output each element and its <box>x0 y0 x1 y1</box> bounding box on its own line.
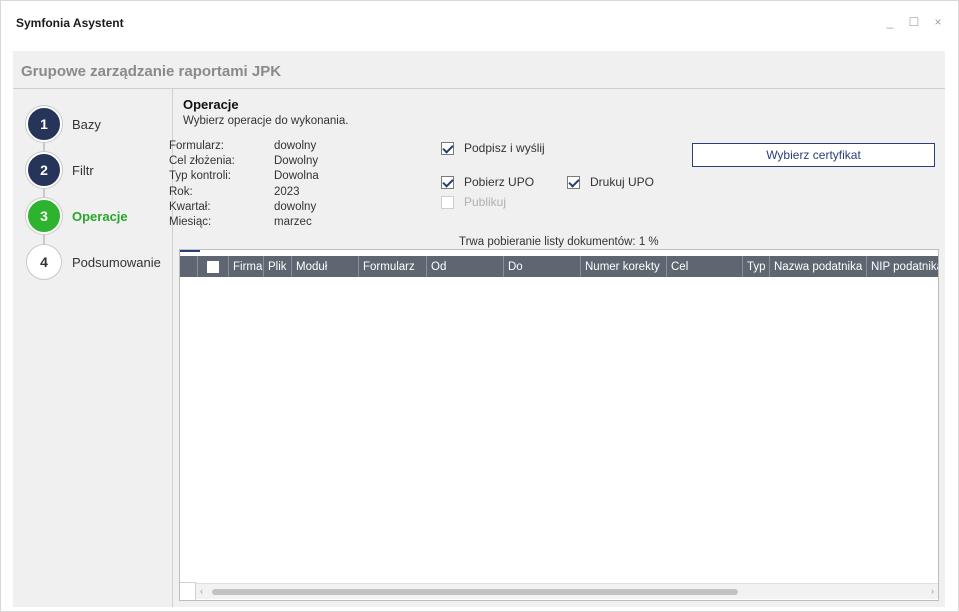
loading-progress-bar <box>180 250 200 252</box>
row-indicator-header <box>180 256 198 277</box>
param-value: dowolny <box>274 200 317 213</box>
checkbox-box[interactable] <box>441 141 454 155</box>
close-button[interactable]: × <box>932 15 944 29</box>
checkbox-label: Drukuj UPO <box>590 175 655 189</box>
checkbox-box <box>441 195 454 209</box>
step-number-circle: 2 <box>26 152 62 188</box>
column-header[interactable]: Do <box>504 256 581 277</box>
main-panel: Operacje Wybierz operacje do wykonania. … <box>169 89 945 607</box>
column-header[interactable]: NIP podatnika <box>867 256 938 277</box>
param-row: Kwartał: dowolny <box>169 200 319 215</box>
param-value: marzec <box>274 216 312 229</box>
step-number-circle: 1 <box>26 106 62 142</box>
print-upo-checkbox[interactable]: Drukuj UPO <box>567 175 654 189</box>
column-header[interactable]: Firma <box>229 256 264 277</box>
step-bazy[interactable]: 1 Bazy <box>26 106 101 142</box>
param-value: Dowolna <box>274 170 319 183</box>
scroll-left-icon[interactable]: ‹ <box>200 586 203 596</box>
documents-grid[interactable]: Firma Plik Moduł Formularz Od Do Numer k… <box>179 249 939 601</box>
step-label: Filtr <box>72 162 94 178</box>
checkbox-box[interactable] <box>567 175 580 189</box>
step-number-circle: 3 <box>26 198 62 234</box>
param-value: dowolny <box>274 140 317 152</box>
publish-checkbox: Publikuj <box>441 195 506 209</box>
step-number-circle: 4 <box>26 244 62 280</box>
param-value: 2023 <box>274 185 300 198</box>
column-header[interactable]: Formularz <box>359 256 427 277</box>
grid-header: Firma Plik Moduł Formularz Od Do Numer k… <box>180 256 938 277</box>
grid-corner <box>180 582 196 600</box>
checkbox-label: Publikuj <box>464 195 507 209</box>
scroll-right-icon[interactable]: › <box>931 586 934 596</box>
param-key: Miesiąc: <box>169 216 212 229</box>
param-key: Kwartał: <box>169 200 211 213</box>
title-bar: Symfonia Asystent _ ☐ × <box>1 1 958 47</box>
sign-and-send-checkbox[interactable]: Podpisz i wyślij <box>441 141 545 155</box>
param-key: Rok: <box>169 185 193 198</box>
select-all-header[interactable] <box>198 256 229 277</box>
column-header[interactable]: Od <box>427 256 504 277</box>
filter-summary: Formularz: dowolny Cel złożenia: Dowolny T… <box>169 139 319 230</box>
checkbox-box[interactable] <box>441 175 454 189</box>
wizard-steps: 1 Bazy 2 Filtr 3 Operacje 4 Podsumowanie <box>13 89 173 607</box>
column-header[interactable]: Plik <box>264 256 292 277</box>
step-filtr[interactable]: 2 Filtr <box>26 152 94 188</box>
column-header[interactable]: Moduł <box>292 256 359 277</box>
step-label: Operacje <box>72 208 128 224</box>
step-podsumowanie[interactable]: 4 Podsumowanie <box>26 244 161 280</box>
param-row: Cel złożenia: Dowolny <box>169 154 319 169</box>
app-title: Symfonia Asystent <box>16 16 124 30</box>
column-header[interactable]: Cel <box>667 256 743 277</box>
step-operacje[interactable]: 3 Operacje <box>26 198 128 234</box>
param-value: Dowolny <box>274 155 319 168</box>
section-subtitle: Wybierz operacje do wykonania. <box>183 115 349 127</box>
column-header[interactable]: Typ <box>743 256 770 277</box>
page-title: Grupowe zarządzanie raportami JPK <box>21 63 282 80</box>
grid-body[interactable] <box>180 277 938 582</box>
column-header[interactable]: Nazwa podatnika <box>770 256 867 277</box>
step-label: Bazy <box>72 116 101 132</box>
param-row: Formularz: dowolny <box>169 139 319 154</box>
param-row: Typ kontroli: Dowolna <box>169 169 319 184</box>
column-header[interactable]: Numer korekty <box>581 256 667 277</box>
param-row: Rok: 2023 <box>169 185 319 200</box>
step-label: Podsumowanie <box>72 254 161 270</box>
window-controls: _ ☐ × <box>884 15 944 29</box>
param-key: Cel złożenia: <box>169 155 235 168</box>
app-window: Symfonia Asystent _ ☐ × Grupowe zarządza… <box>0 0 959 612</box>
page-header: Grupowe zarządzanie raportami JPK <box>13 51 945 89</box>
progress-status: Trwa pobieranie listy dokumentów: 1 % <box>459 236 659 248</box>
checkbox-label: Pobierz UPO <box>464 175 535 189</box>
param-row: Miesiąc: marzec <box>169 215 319 230</box>
horizontal-scrollbar[interactable]: ‹ › <box>196 583 938 599</box>
get-upo-checkbox[interactable]: Pobierz UPO <box>441 175 534 189</box>
section-title: Operacje <box>183 97 239 112</box>
select-all-checkbox[interactable] <box>207 260 219 273</box>
content-area: Grupowe zarządzanie raportami JPK 1 Bazy… <box>13 51 945 607</box>
minimize-button[interactable]: _ <box>884 15 896 29</box>
scrollbar-thumb[interactable] <box>212 589 738 595</box>
choose-certificate-button[interactable]: Wybierz certyfikat <box>692 143 935 167</box>
param-key: Typ kontroli: <box>169 170 231 183</box>
maximize-button[interactable]: ☐ <box>908 15 920 29</box>
checkbox-label: Podpisz i wyślij <box>464 141 545 155</box>
param-key: Formularz: <box>169 140 224 152</box>
